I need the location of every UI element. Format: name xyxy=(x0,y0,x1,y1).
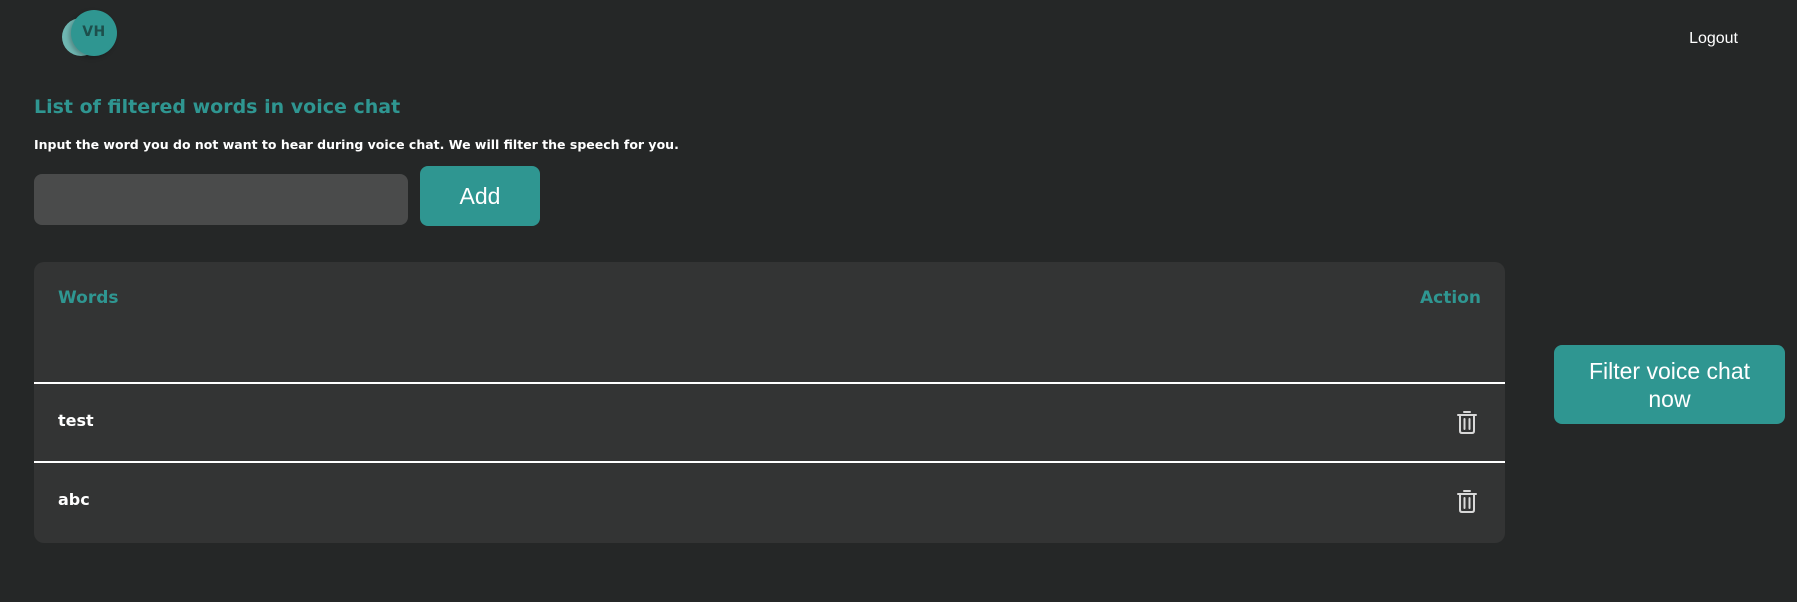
add-button[interactable]: Add xyxy=(420,166,540,226)
logo-text: VH xyxy=(82,24,106,40)
table-row: test xyxy=(34,384,1505,463)
app-root: VH Logout List of filtered words in voic… xyxy=(0,0,1797,602)
column-header-action: Action xyxy=(1420,288,1481,308)
filter-voice-chat-button[interactable]: Filter voice chat now xyxy=(1554,345,1785,424)
word-cell: abc xyxy=(58,490,90,509)
words-table: Words Action test abc xyxy=(34,262,1505,543)
word-input[interactable] xyxy=(34,174,408,225)
page-title: List of filtered words in voice chat xyxy=(34,96,401,118)
delete-button[interactable] xyxy=(1454,487,1480,515)
trash-icon xyxy=(1457,490,1477,513)
app-logo[interactable]: VH xyxy=(60,10,120,58)
logout-link[interactable]: Logout xyxy=(1689,30,1738,48)
table-header: Words Action xyxy=(34,262,1505,384)
trash-icon xyxy=(1457,411,1477,434)
word-cell: test xyxy=(58,411,94,430)
page-subtitle: Input the word you do not want to hear d… xyxy=(34,137,679,152)
delete-button[interactable] xyxy=(1454,408,1480,436)
column-header-words: Words xyxy=(58,288,119,308)
logo-bubble-front: VH xyxy=(71,10,117,56)
table-row: abc xyxy=(34,463,1505,542)
